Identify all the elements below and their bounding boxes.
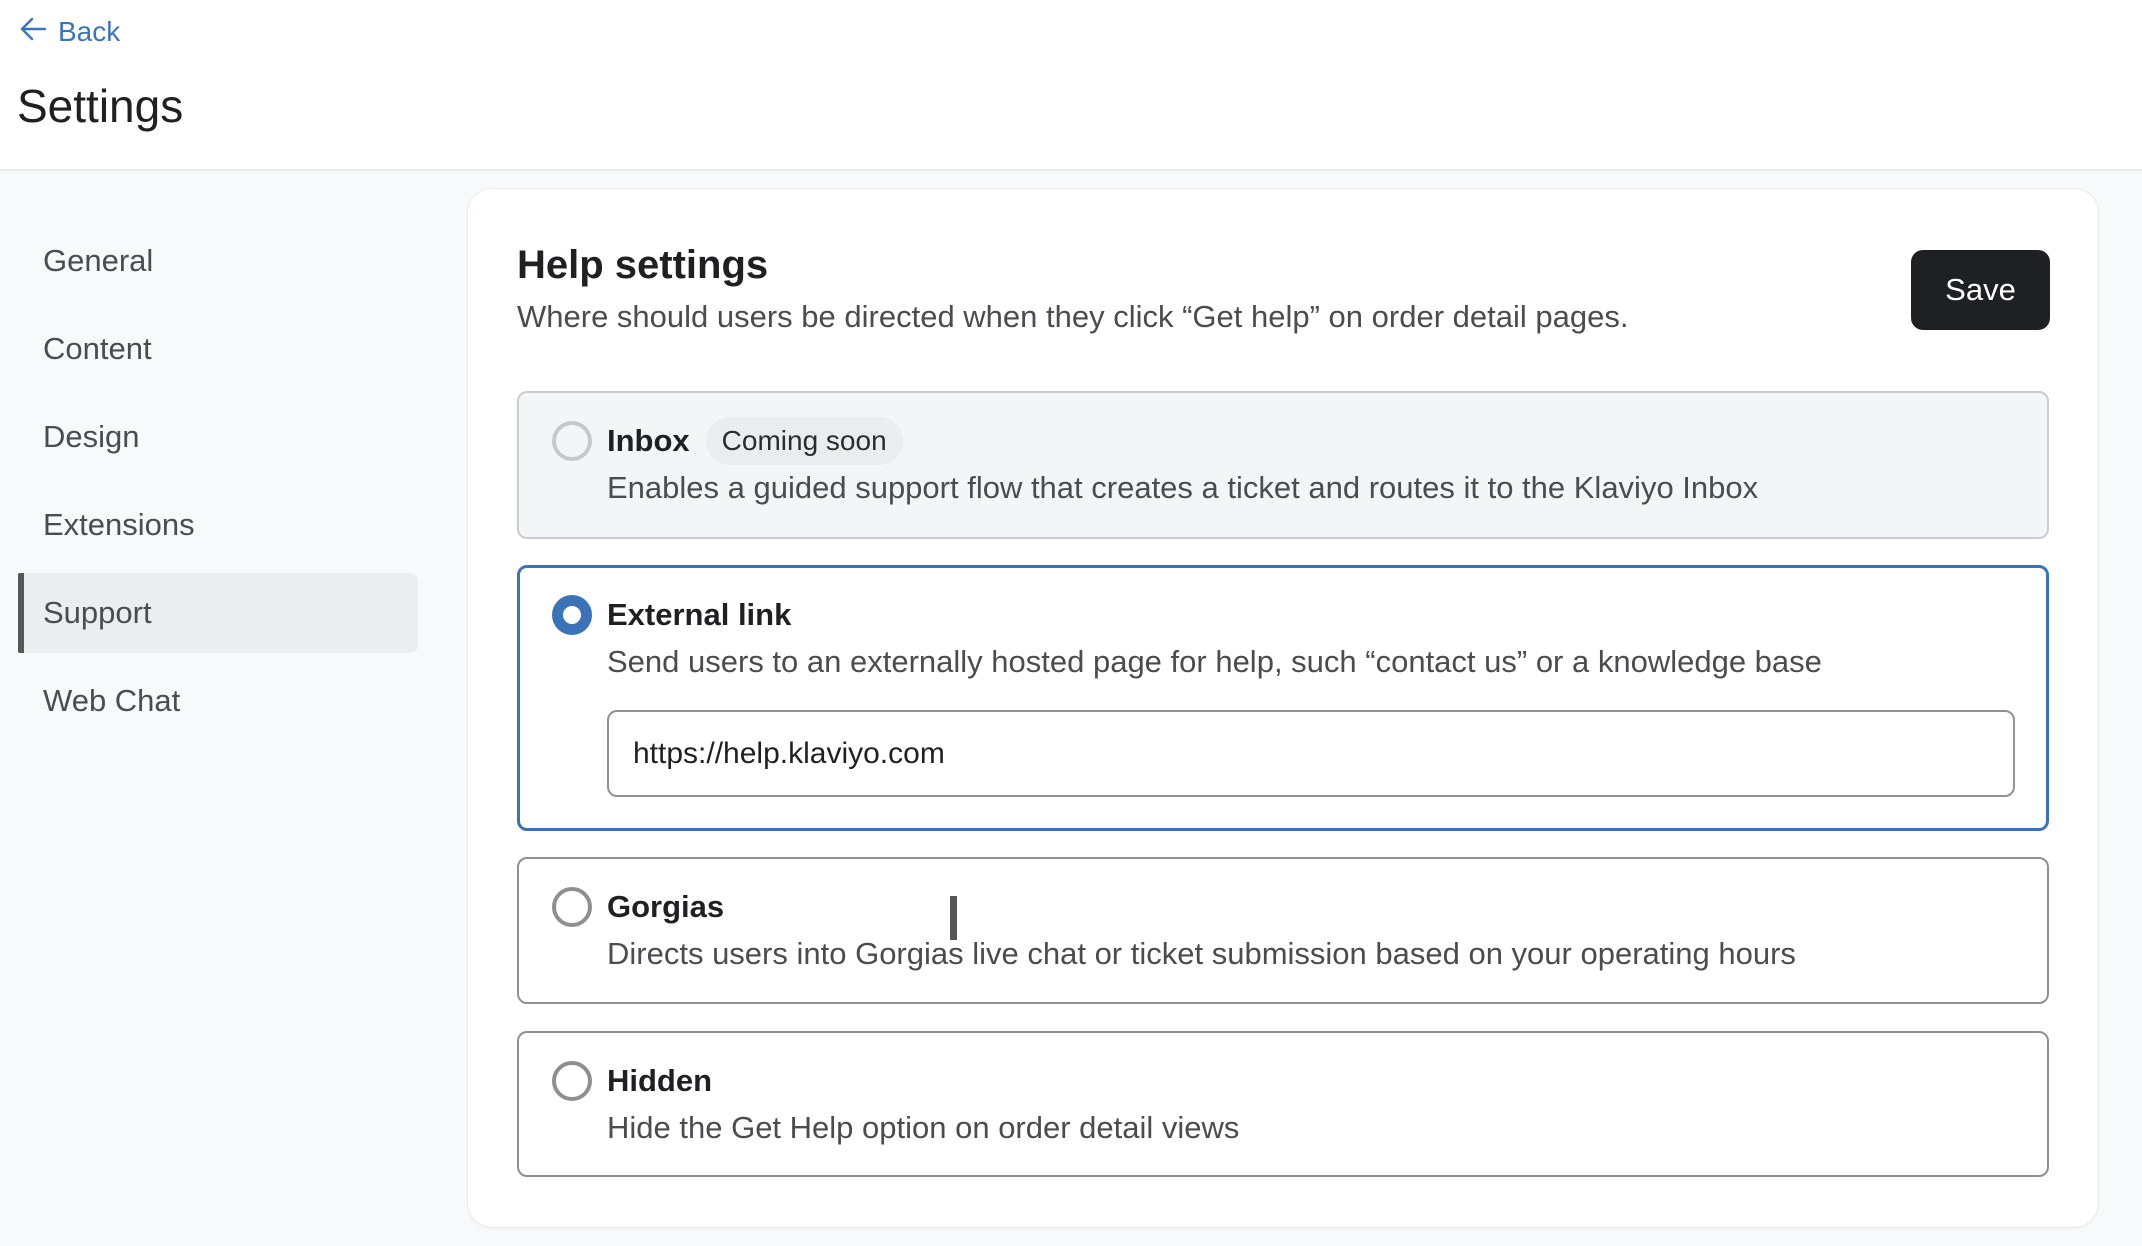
- sidebar-item-label: General: [43, 243, 154, 278]
- section-description: Where should users be directed when they…: [517, 299, 1629, 334]
- coming-soon-badge: Coming soon: [705, 417, 903, 465]
- radio-external-link[interactable]: [552, 595, 592, 635]
- option-title: External link: [607, 597, 792, 632]
- option-title: Inbox: [607, 423, 690, 458]
- option-gorgias[interactable]: Gorgias Directs users into Gorgias live …: [517, 857, 2049, 1004]
- option-description: Hide the Get Help option on order detail…: [607, 1110, 1240, 1145]
- sidebar-item-label: Design: [43, 419, 140, 454]
- settings-sidebar: General Content Design Extensions Suppor…: [18, 221, 418, 749]
- sidebar-item-web-chat[interactable]: Web Chat: [18, 661, 418, 741]
- option-title-row: Gorgias: [607, 883, 724, 931]
- option-inbox: Inbox Coming soon Enables a guided suppo…: [517, 391, 2049, 539]
- option-title-row: Inbox Coming soon: [607, 417, 903, 465]
- sidebar-item-extensions[interactable]: Extensions: [18, 485, 418, 565]
- option-title: Hidden: [607, 1063, 713, 1098]
- arrow-left-icon: [18, 14, 48, 51]
- help-settings-card: Help settings Where should users be dire…: [468, 189, 2098, 1227]
- sidebar-item-label: Web Chat: [43, 683, 181, 718]
- section-title: Help settings: [517, 243, 769, 287]
- radio-gorgias[interactable]: [552, 887, 592, 927]
- save-button[interactable]: Save: [1911, 250, 2050, 330]
- page-header: Back Settings: [0, 0, 2142, 171]
- text-cursor-icon: [950, 896, 957, 940]
- back-link[interactable]: Back: [18, 12, 120, 52]
- sidebar-item-general[interactable]: General: [18, 221, 418, 301]
- sidebar-item-content[interactable]: Content: [18, 309, 418, 389]
- option-external-link[interactable]: External link Send users to an externall…: [517, 565, 2049, 831]
- sidebar-item-label: Content: [43, 331, 152, 366]
- sidebar-item-label: Extensions: [43, 507, 195, 542]
- option-title: Gorgias: [607, 889, 725, 924]
- option-description: Send users to an externally hosted page …: [607, 644, 1822, 679]
- option-title-row: Hidden: [607, 1057, 712, 1105]
- radio-inbox: [552, 421, 592, 461]
- option-description: Enables a guided support flow that creat…: [607, 470, 1759, 505]
- external-link-url-input[interactable]: [607, 710, 2015, 797]
- page-title: Settings: [17, 80, 184, 132]
- sidebar-item-design[interactable]: Design: [18, 397, 418, 477]
- option-hidden[interactable]: Hidden Hide the Get Help option on order…: [517, 1031, 2049, 1177]
- sidebar-item-label: Support: [43, 595, 152, 630]
- back-label: Back: [58, 16, 121, 47]
- option-title-row: External link: [607, 591, 791, 639]
- radio-hidden[interactable]: [552, 1061, 592, 1101]
- sidebar-item-support[interactable]: Support: [18, 573, 418, 653]
- option-description: Directs users into Gorgias live chat or …: [607, 936, 1796, 971]
